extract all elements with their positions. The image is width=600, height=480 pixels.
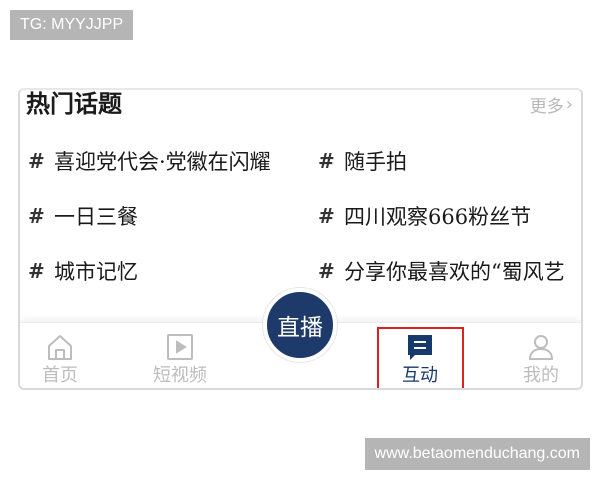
topic-label: 喜迎党代会·党徽在闪耀 [54,150,271,174]
tab-short-video[interactable]: 短视频 [140,331,220,387]
live-label: 直播 [277,315,323,341]
tab-me[interactable]: 我的 [501,331,581,387]
home-icon [44,331,76,363]
topic-label: 四川观察666粉丝节 [344,205,532,229]
hashtag-icon: # [28,204,45,228]
watermark-top: TG: MYYJJPP [10,10,134,40]
hashtag-icon: # [318,149,335,173]
hot-topics-card: 热门话题 更多 › # 喜迎党代会·党徽在闪耀 # 随手拍 # 一日三餐 # 四… [18,88,583,390]
hashtag-icon: # [28,149,45,173]
play-icon [164,331,196,363]
tab-label: 我的 [523,365,559,386]
topic-item[interactable]: # 随手拍 [318,146,407,176]
topic-item[interactable]: # 一日三餐 [28,201,138,231]
topic-label: 分享你最喜欢的“蜀风艺 [344,260,565,284]
hashtag-icon: # [28,259,45,283]
tab-label: 首页 [42,365,78,386]
topic-label: 城市记忆 [54,260,138,284]
topic-label: 随手拍 [344,150,407,174]
section-title: 热门话题 [26,89,122,118]
selection-highlight [377,327,464,388]
hashtag-icon: # [318,204,335,228]
topic-item[interactable]: # 四川观察666粉丝节 [318,201,531,231]
user-icon [525,331,557,363]
topic-item[interactable]: # 城市记忆 [28,256,138,286]
hashtag-icon: # [318,259,335,283]
live-button[interactable]: 直播 [263,288,337,362]
watermark-bottom: www.betaomenduchang.com [364,438,590,470]
more-link[interactable]: 更多 › [530,92,573,117]
more-label: 更多 [529,97,564,117]
topic-item[interactable]: # 喜迎党代会·党徽在闪耀 [28,146,271,176]
tab-label: 短视频 [153,365,207,386]
topic-label: 一日三餐 [54,205,138,229]
topic-item[interactable]: # 分享你最喜欢的“蜀风艺 [318,256,565,286]
tab-home[interactable]: 首页 [20,331,100,387]
chevron-right-icon: › [565,94,573,115]
